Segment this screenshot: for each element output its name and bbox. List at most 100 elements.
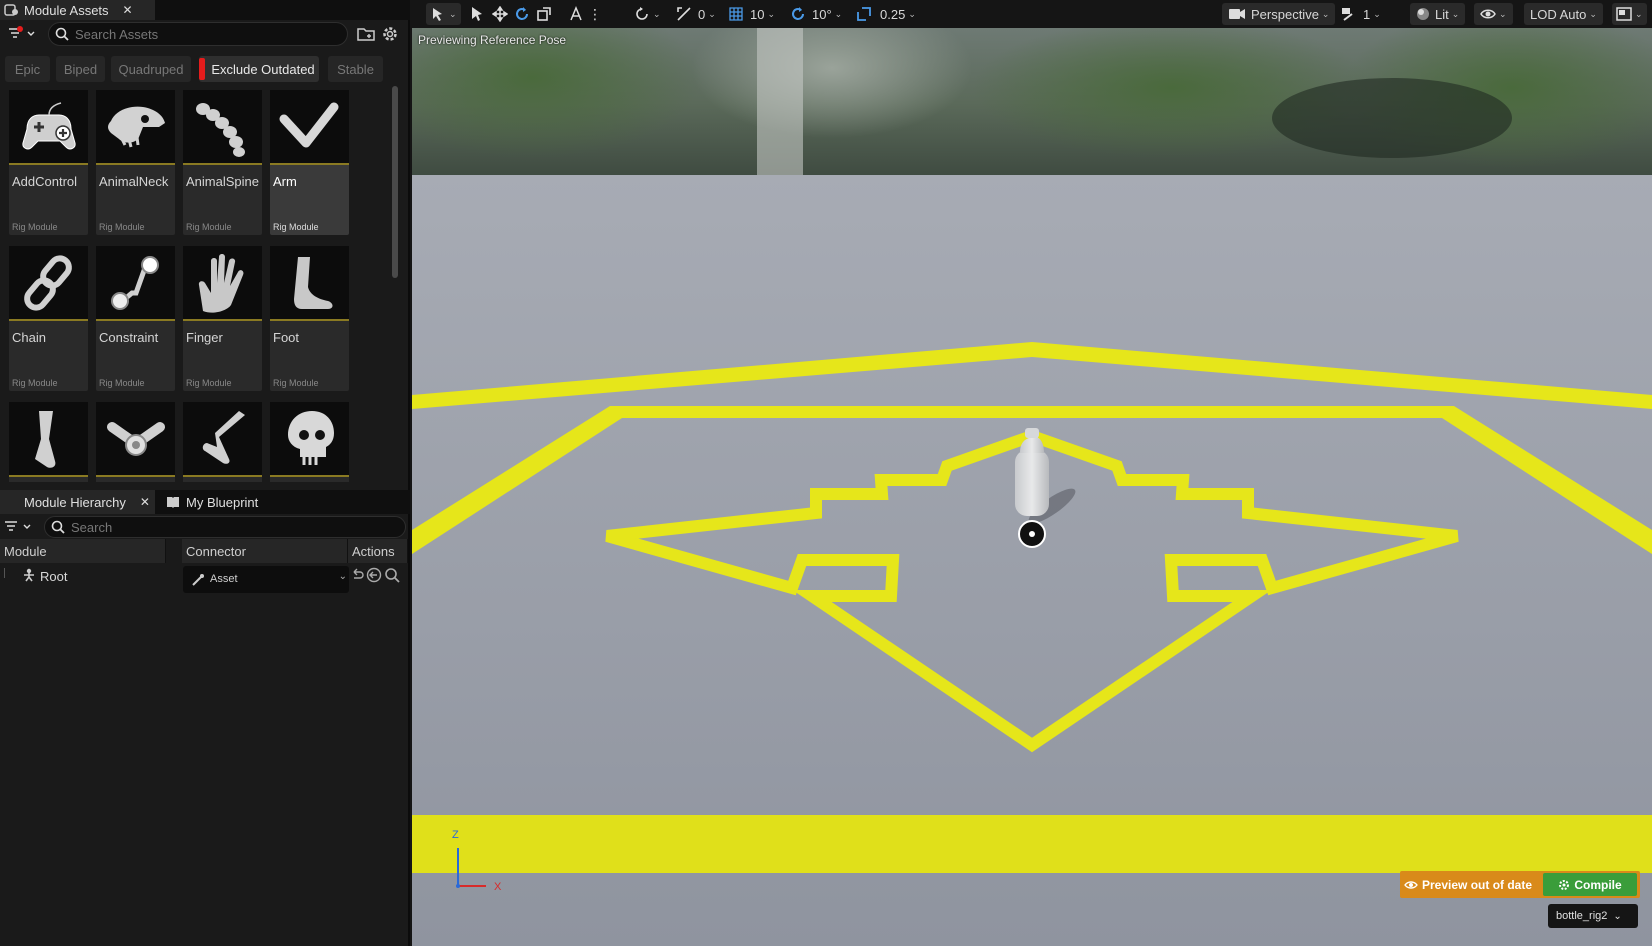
layout-icon — [1616, 7, 1632, 21]
close-icon[interactable]: ✕ — [140, 495, 150, 509]
tab-my-blueprint[interactable]: My Blueprint — [166, 490, 258, 514]
hand-icon — [183, 246, 262, 321]
tab-module-hierarchy[interactable]: Module Hierarchy ✕ — [0, 490, 155, 514]
chain-icon — [9, 246, 88, 321]
undo-icon[interactable] — [350, 568, 364, 582]
leg-icon — [9, 402, 88, 477]
lod-label: LOD Auto — [1530, 6, 1587, 22]
asset-tile-animalspine[interactable]: AnimalSpine Rig Module — [183, 90, 262, 235]
arm-icon — [270, 90, 349, 165]
scale-snap-value: 0.25 — [880, 6, 906, 22]
translate-snap-dropdown[interactable]: 0 ⌄ — [676, 3, 716, 25]
column-header-module[interactable]: Module — [0, 539, 166, 563]
scale-snap-dropdown[interactable]: 0.25 ⌄ — [856, 3, 916, 25]
tab-module-assets[interactable]: Module Assets ✕ — [0, 0, 155, 20]
asset-type: Rig Module — [186, 222, 232, 232]
asset-type: Rig Module — [99, 378, 145, 388]
person-icon — [24, 568, 34, 582]
asset-tile-bone-joint[interactable] — [96, 402, 175, 482]
filter-stable[interactable]: Stable — [328, 56, 383, 82]
filter-biped[interactable]: Biped — [56, 56, 105, 82]
asset-name: Finger — [186, 330, 223, 345]
skull-icon — [270, 402, 349, 477]
lod-dropdown[interactable]: LOD Auto ⌄ — [1524, 3, 1603, 25]
asset-tile-addcontrol[interactable]: AddControl Rig Module — [9, 90, 88, 235]
table-row[interactable]: Root Asset ⌄ — [0, 566, 408, 596]
root-module-label: Root — [40, 569, 68, 584]
hierarchy-search-placeholder: Search — [71, 519, 113, 535]
asset-name: AnimalNeck — [99, 174, 169, 189]
spine-icon — [183, 90, 262, 165]
filter-icon[interactable] — [8, 26, 36, 45]
compile-button[interactable]: Compile — [1543, 873, 1637, 896]
rotate-snap-value: 10° — [812, 6, 832, 22]
hierarchy-search-row: Search — [0, 516, 410, 538]
filter-epic[interactable]: Epic — [5, 56, 50, 82]
scale-tool-icon[interactable] — [536, 3, 552, 25]
preview-out-of-date-button[interactable]: Preview out of date — [1404, 874, 1534, 895]
select-mode-dropdown[interactable]: ⌄ — [426, 3, 461, 25]
grid-snap-dropdown[interactable]: 10 ⌄ — [728, 3, 775, 25]
camera-speed-dropdown[interactable]: 1 ⌄ — [1340, 3, 1381, 25]
asset-tile-foot[interactable]: Foot Rig Module — [270, 246, 349, 391]
tab-module-assets-label: Module Assets — [24, 2, 109, 18]
asset-tile-chain[interactable]: Chain Rig Module — [9, 246, 88, 391]
viewport-toolbar: ⌄ ⋮ ⌄ 0 ⌄ 10 ⌄ 10° ⌄ 0.25 ⌄ Perspective ⌄ 1 ⌄ … — [412, 0, 1652, 28]
module-assets-tabbar: Module Assets ✕ — [0, 0, 410, 20]
viewport-layout-dropdown[interactable]: ⌄ — [1612, 3, 1647, 25]
asset-type: Rig Module — [273, 378, 319, 388]
show-flags-dropdown[interactable]: ⌄ — [1474, 3, 1513, 25]
column-header-module-label: Module — [4, 543, 47, 559]
more-options-icon[interactable]: ⋮ — [588, 3, 602, 25]
lighting-dropdown[interactable]: Lit ⌄ — [1410, 3, 1466, 25]
asset-tile-constraint[interactable]: Constraint Rig Module — [96, 246, 175, 391]
connector-asset-field[interactable]: Asset ⌄ — [183, 566, 349, 593]
asset-grid-scrollbar[interactable] — [392, 86, 398, 278]
filter-quadruped-label: Quadruped — [118, 61, 184, 77]
gear-icon — [1559, 879, 1570, 890]
asset-search-row: Search Assets — [0, 22, 410, 46]
filter-exclude-outdated[interactable]: Exclude Outdated — [199, 56, 319, 82]
viewport-scene[interactable]: Z X — [412, 28, 1652, 946]
close-icon[interactable]: ✕ — [123, 3, 133, 17]
grid-snap-value: 10 — [750, 6, 765, 22]
column-header-actions[interactable]: Actions — [348, 539, 408, 563]
asset-tile-animalneck[interactable]: AnimalNeck Rig Module — [96, 90, 175, 235]
foot-icon — [270, 246, 349, 321]
filter-icon[interactable] — [4, 520, 34, 537]
asset-tile-finger[interactable]: Finger Rig Module — [183, 246, 262, 391]
chevron-down-icon: ⌄ — [1613, 910, 1622, 922]
filter-exclude-outdated-label: Exclude Outdated — [211, 61, 315, 77]
column-header-connector[interactable]: Connector — [182, 539, 348, 563]
asset-name: AnimalSpine — [186, 174, 259, 189]
asset-tile-knee[interactable] — [183, 402, 262, 482]
asset-tile-arm[interactable]: Arm Rig Module — [270, 90, 349, 235]
constraint-icon — [96, 246, 175, 321]
rotate-snap-dropdown[interactable]: 10° ⌄ — [790, 3, 842, 25]
asset-search-input[interactable]: Search Assets — [48, 22, 348, 46]
translate-tool-icon[interactable] — [492, 3, 508, 25]
asset-search-placeholder: Search Assets — [75, 26, 159, 42]
rotate-tool-icon[interactable] — [514, 3, 530, 25]
asset-tile-leg[interactable] — [9, 402, 88, 482]
perspective-dropdown[interactable]: Perspective ⌄ — [1222, 3, 1336, 25]
surface-snap-icon[interactable] — [568, 3, 584, 25]
camera-speed-icon — [1342, 8, 1353, 21]
folder-icon[interactable] — [357, 26, 375, 45]
bone-icon — [192, 574, 204, 586]
coordinate-system-dropdown[interactable]: ⌄ — [634, 3, 661, 25]
search-icon[interactable] — [384, 567, 400, 583]
camera-speed-value: 1 — [1363, 6, 1371, 22]
filter-quadruped[interactable]: Quadruped — [111, 56, 191, 82]
lit-sphere-icon — [1417, 8, 1429, 20]
select-tool-icon[interactable] — [470, 3, 484, 25]
hierarchy-search-input[interactable]: Search — [44, 516, 406, 538]
browse-back-icon[interactable] — [366, 567, 382, 583]
asset-tile-skull[interactable] — [270, 402, 349, 482]
rig-instance-dropdown[interactable]: bottle_rig2 ⌄ — [1548, 904, 1638, 928]
settings-gear-icon[interactable] — [381, 25, 399, 46]
viewport[interactable]: Z X ⌄ ⋮ ⌄ 0 ⌄ 10 ⌄ 10° ⌄ 0.25 ⌄ Perspective ⌄… — [412, 0, 1652, 946]
rotate-snap-icon — [792, 7, 804, 20]
gamepad-icon — [9, 90, 88, 165]
tab-module-hierarchy-label: Module Hierarchy — [24, 494, 126, 510]
